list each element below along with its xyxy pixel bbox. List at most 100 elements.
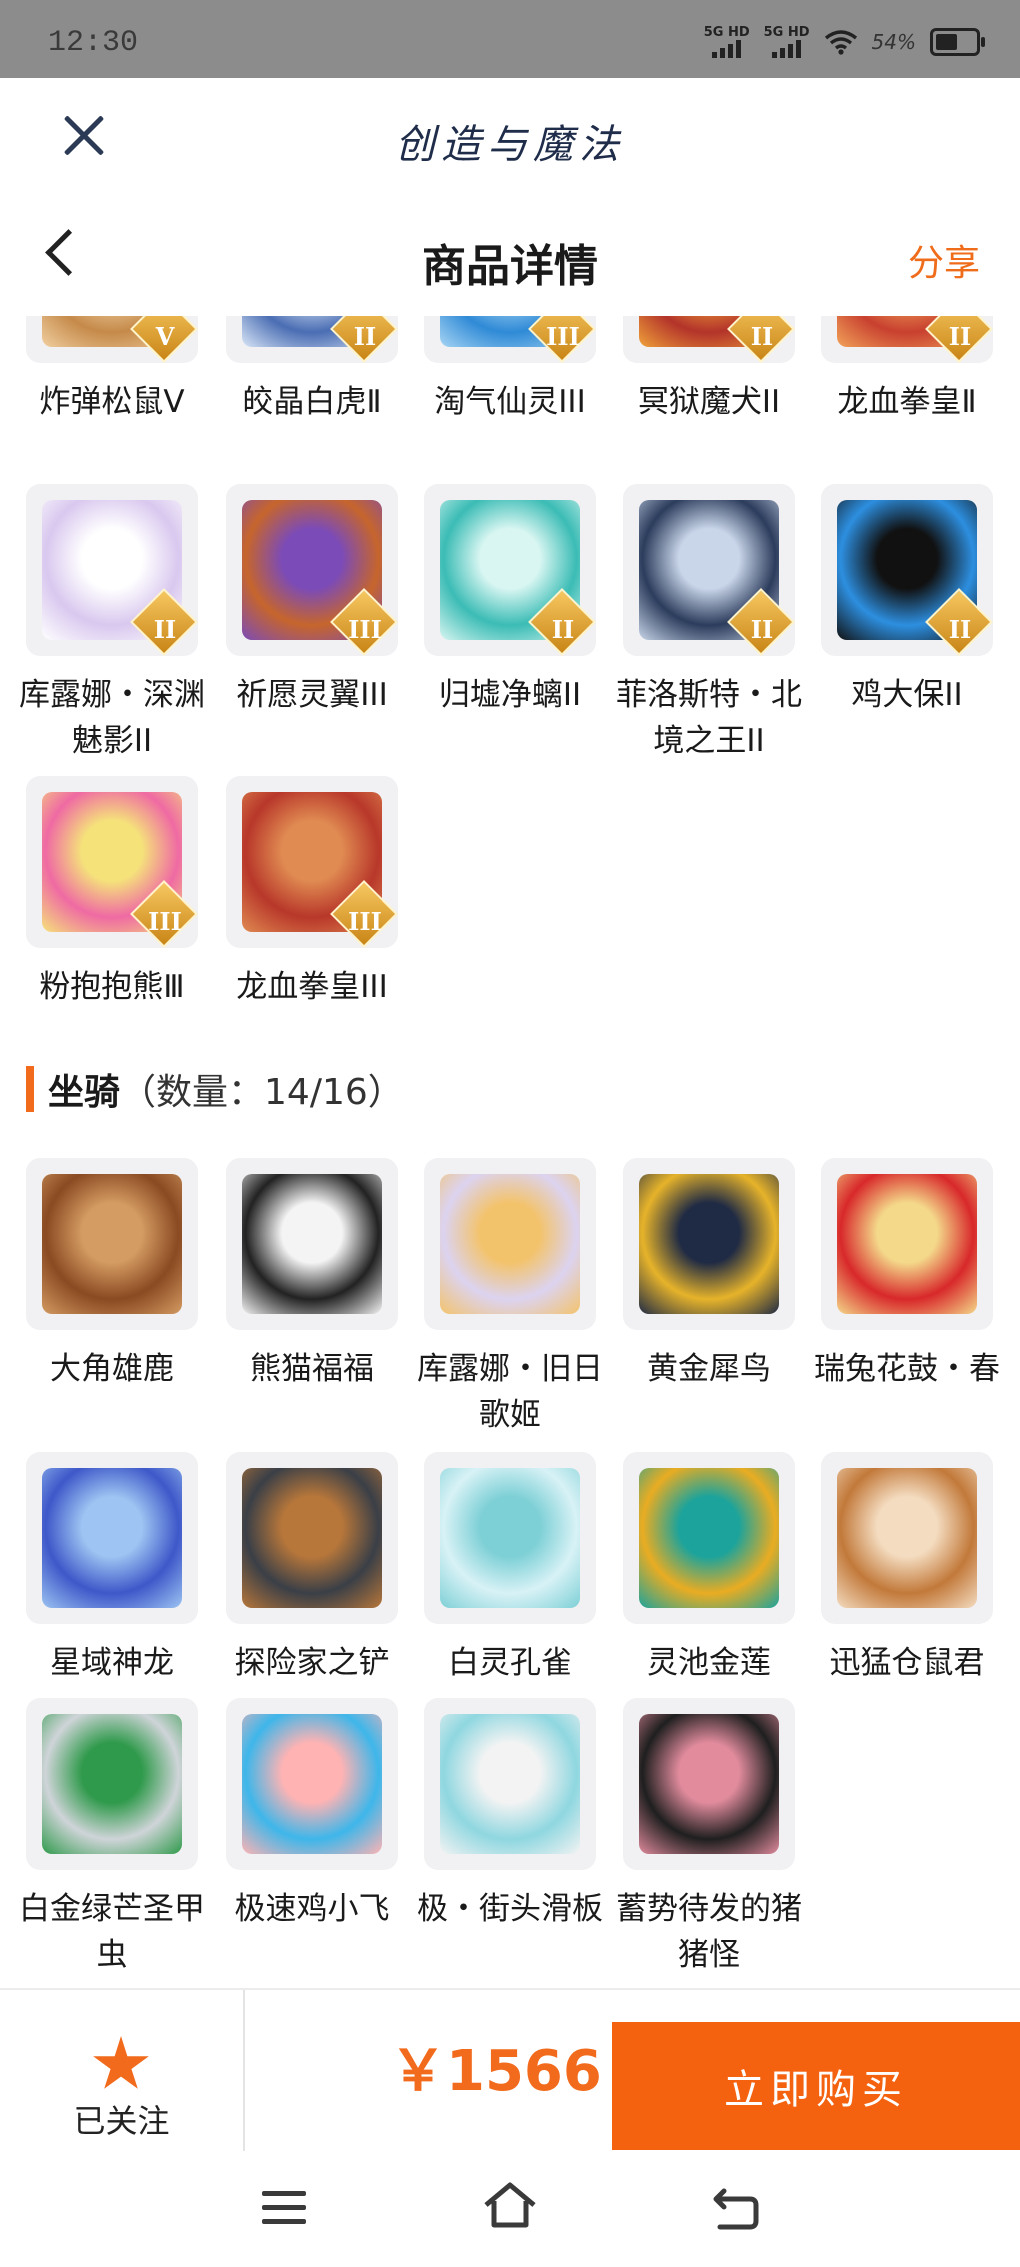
item-artwork (837, 1468, 977, 1608)
price: ￥1566 (390, 2039, 602, 2104)
item-label: 星域神龙 (50, 1645, 174, 1681)
item-thumbnail (623, 1698, 795, 1870)
item-thumbnail (226, 1158, 398, 1330)
item-label: 归墟净螭II (438, 677, 582, 713)
item-label: 大角雄鹿 (50, 1351, 174, 1387)
page-title: 商品详情 (422, 241, 598, 292)
item-artwork (42, 1468, 182, 1608)
section-title: 坐骑 (48, 1072, 121, 1113)
item-label: 炸弹松鼠Ⅴ (39, 384, 185, 420)
item-label: 熊猫福福 (250, 1351, 374, 1387)
item-artwork (639, 1714, 779, 1854)
tier-badge-text: III (148, 907, 182, 936)
return-icon[interactable] (710, 2185, 762, 2231)
item-label: 祈愿灵翼III (236, 677, 388, 713)
tier-badge-text: II (750, 615, 774, 644)
menu-icon[interactable] (262, 2191, 306, 2225)
app-title: 创造与魔法 (395, 122, 625, 168)
tier-badge-text: II (353, 322, 377, 351)
item-thumbnail: II (821, 484, 993, 656)
item-artwork (42, 1174, 182, 1314)
item-label: 极速鸡小飞 (234, 1891, 390, 1927)
item-thumbnail: III (226, 776, 398, 948)
item-thumbnail (424, 1158, 596, 1330)
item-thumbnail (26, 1158, 198, 1330)
section-marker (26, 1066, 34, 1112)
item-label: 极・街头滑板 (417, 1891, 603, 1927)
content-scroll[interactable]: V 炸弹松鼠Ⅴ II 皎晶白虎Ⅱ III 淘气仙灵III II 冥狱魔犬II II 龙血拳皇Ⅱ II… (0, 316, 1020, 1988)
item-label: 龙血拳皇III (236, 969, 388, 1005)
status-time: 12:30 (48, 26, 139, 60)
bottom-action-bar: 已关注 ￥1566 立即购买 (0, 1988, 1020, 2153)
follow-label: 已关注 (73, 2102, 170, 2140)
item-thumbnail: II (821, 316, 993, 363)
item-thumbnail (623, 1452, 795, 1624)
item-thumbnail (424, 1452, 596, 1624)
item-label: 白灵孔雀 (448, 1645, 572, 1681)
item-thumbnail: II (623, 484, 795, 656)
item-thumbnail: III (226, 484, 398, 656)
item-label: 龙血拳皇Ⅱ (837, 384, 977, 420)
system-nav-bar (0, 2151, 1020, 2267)
item-label: 瑞兔花鼓・春 (814, 1351, 1000, 1387)
item-label: 探险家之铲 (234, 1645, 390, 1681)
item-artwork (440, 1468, 580, 1608)
star-icon (93, 2036, 149, 2089)
share-button[interactable]: 分享 (908, 234, 980, 286)
item-artwork (42, 1714, 182, 1854)
item-thumbnail (226, 1452, 398, 1624)
item-thumbnail: II (623, 316, 795, 363)
item-artwork (837, 1174, 977, 1314)
item-label: 黄金犀鸟 (647, 1351, 771, 1387)
mount-section-header: 坐骑 （数量：14/16） (26, 1066, 404, 1113)
buy-now-button[interactable]: 立即购买 (612, 2022, 1020, 2150)
tier-badge-text: II (948, 615, 972, 644)
home-icon[interactable] (482, 2181, 538, 2231)
item-label: 迅猛仓鼠君 (829, 1645, 985, 1681)
tier-badge-text: II (551, 615, 575, 644)
tier-badge-text: II (750, 322, 774, 351)
item-thumbnail (226, 1698, 398, 1870)
tier-badge-text: V (155, 322, 175, 351)
item-label: 冥狱魔犬II (637, 384, 781, 420)
item-label: 菲洛斯特・北境之王II (616, 677, 802, 759)
item-thumbnail: III (424, 316, 596, 363)
item-label: 皎晶白虎Ⅱ (242, 384, 382, 420)
item-label: 白金绿芒圣甲虫 (19, 1891, 205, 1973)
item-thumbnail: III (26, 776, 198, 948)
tier-badge-text: III (546, 322, 580, 351)
item-thumbnail: II (424, 484, 596, 656)
item-artwork (242, 1468, 382, 1608)
item-label: 库露娜・旧日歌姬 (417, 1351, 603, 1433)
battery-text: 54% (871, 30, 916, 54)
battery-fill (936, 34, 957, 50)
battery-icon (930, 28, 985, 56)
follow-button[interactable]: 已关注 (0, 1990, 245, 2153)
status-bar: 12:30 5G HD 5G HD 54% (0, 0, 1020, 78)
item-label: 灵池金莲 (647, 1645, 771, 1681)
item-artwork (639, 1174, 779, 1314)
app-header: 创造与魔法 (0, 78, 1020, 196)
item-thumbnail (26, 1698, 198, 1870)
nav-bar: 商品详情 分享 (0, 196, 1020, 316)
item-thumbnail (424, 1698, 596, 1870)
tier-badge-text: III (348, 907, 382, 936)
item-artwork (242, 1174, 382, 1314)
item-thumbnail: II (226, 316, 398, 363)
item-thumbnail: V (26, 316, 198, 363)
item-label: 鸡大保II (851, 677, 963, 713)
item-label: 粉抱抱熊Ⅲ (39, 969, 185, 1005)
wifi-icon (824, 30, 857, 55)
item-thumbnail (821, 1452, 993, 1624)
item-thumbnail (26, 1452, 198, 1624)
status-indicators: 5G HD 5G HD 54% (704, 26, 985, 58)
item-artwork (242, 1714, 382, 1854)
item-thumbnail (821, 1158, 993, 1330)
item-label: 淘气仙灵III (434, 384, 586, 420)
section-count: （数量：14/16） (120, 1072, 404, 1113)
item-thumbnail: II (26, 484, 198, 656)
item-label: 蓄势待发的猪猪怪 (616, 1891, 802, 1973)
item-label: 库露娜・深渊魅影II (19, 677, 205, 759)
signal-1-icon: 5G HD (704, 26, 750, 58)
tier-badge-text: III (348, 615, 382, 644)
